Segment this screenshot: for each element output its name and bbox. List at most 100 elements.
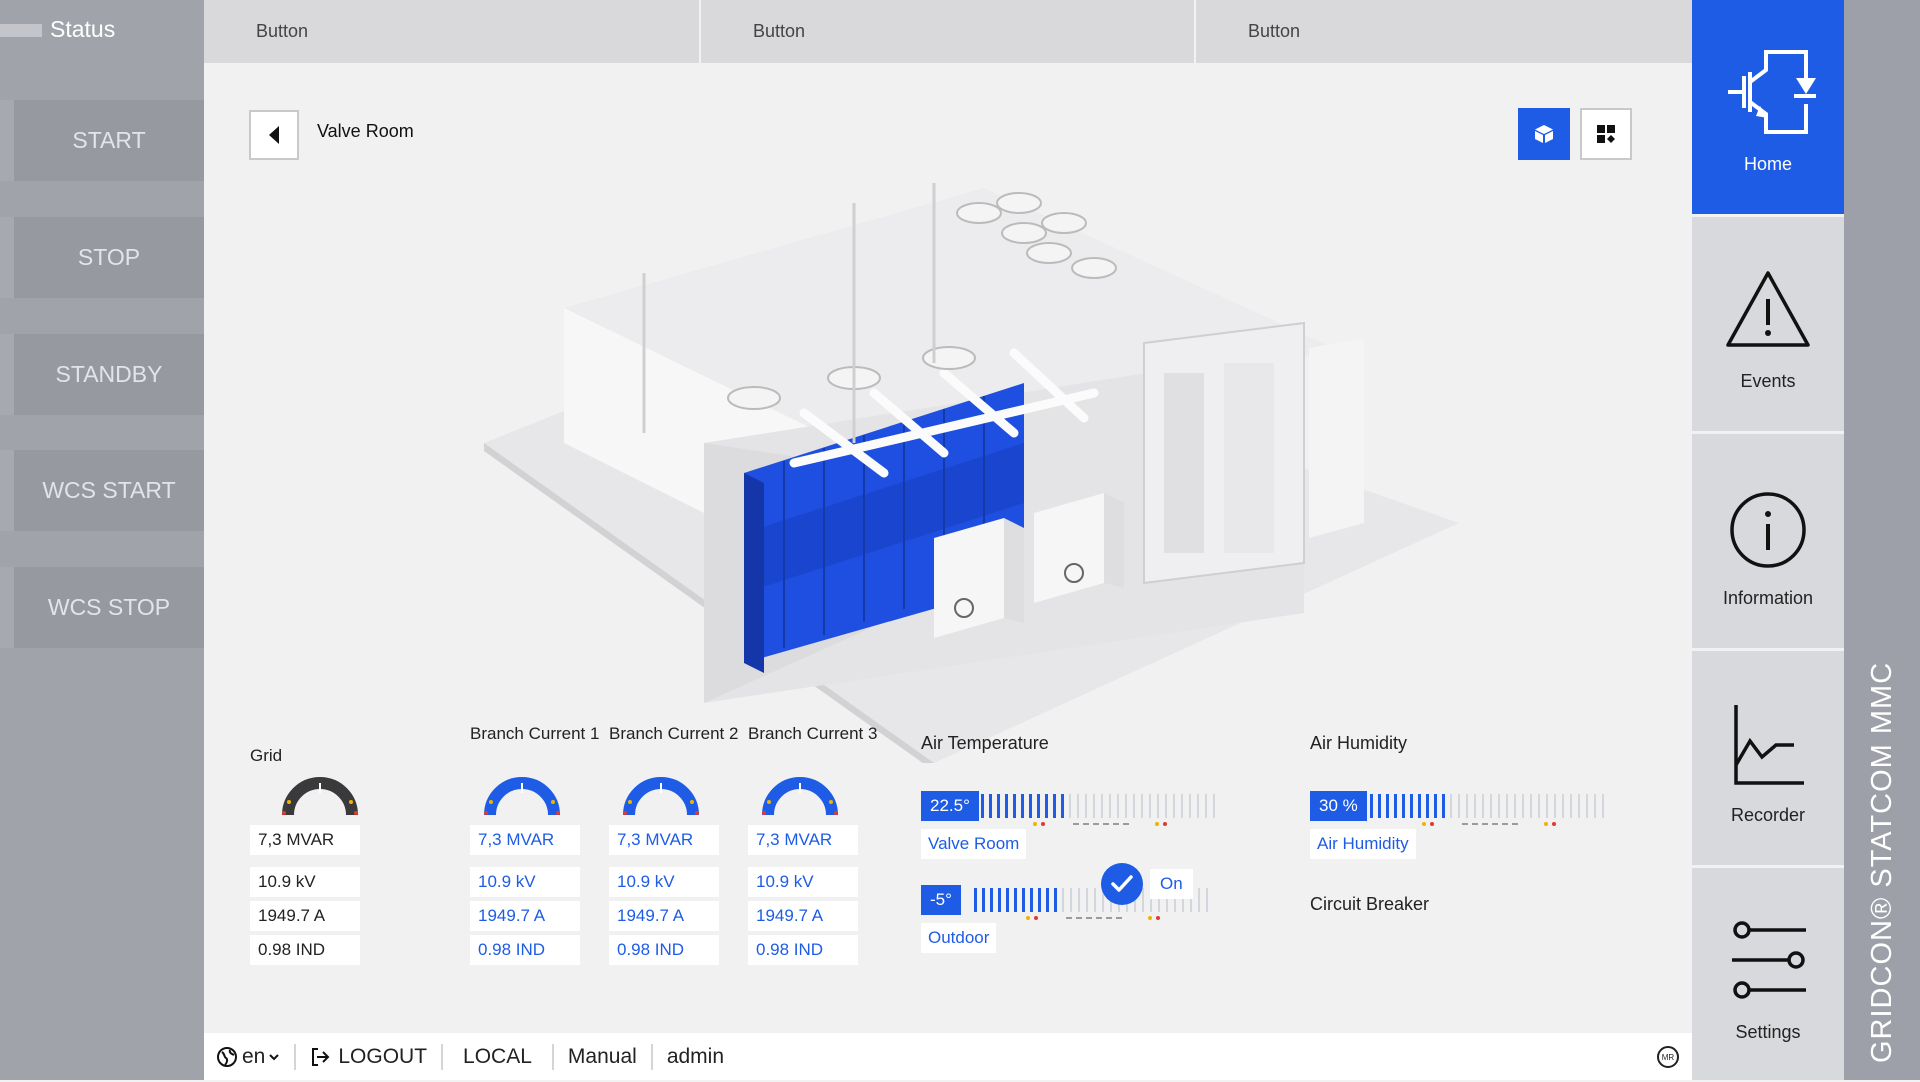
gauge-voltage: 10.9 kV <box>470 867 580 897</box>
wcs-start-button[interactable]: WCS START <box>0 450 204 531</box>
warning-icon <box>1726 271 1810 347</box>
level-tick <box>1029 794 1032 818</box>
tab-button-1[interactable]: Button <box>204 0 699 63</box>
gauge-current: 1949.7 A <box>250 901 360 931</box>
level-tick <box>1213 794 1215 818</box>
igbt-icon <box>1728 50 1816 134</box>
level-tick <box>1402 794 1405 818</box>
tab-button-2[interactable]: Button <box>699 0 1194 63</box>
nav-label: Events <box>1740 371 1796 391</box>
nominal-range-line <box>1066 917 1122 919</box>
gauge-current: 1949.7 A <box>609 901 719 931</box>
gauge-dial-icon <box>762 777 838 816</box>
gauge-voltage: 10.9 kV <box>748 867 858 897</box>
page-title: Valve Room <box>317 121 414 141</box>
level-tick <box>1189 794 1191 818</box>
wcs-stop-button[interactable]: WCS STOP <box>0 567 204 648</box>
logout-button[interactable]: LOGOUT <box>296 1033 441 1080</box>
level-tick <box>1014 888 1017 912</box>
level-tick <box>1173 794 1175 818</box>
gauge-branch-3: Branch Current 3 7,3 MVAR 10.9 kV 1949.7… <box>748 723 888 965</box>
temperature-bar-valve-room: 22.5° <box>921 791 1221 831</box>
logout-label: LOGOUT <box>338 1044 428 1068</box>
level-tick <box>1450 794 1452 818</box>
main-navigation: Home Events Information Recorder Setting… <box>1692 0 1844 1080</box>
level-tick <box>1554 794 1556 818</box>
level-tick <box>1482 794 1484 818</box>
valve-room-3d-model[interactable] <box>464 143 1464 763</box>
gauge-branch-1: Branch Current 1 7,3 MVAR 10.9 kV 1949.7… <box>470 723 610 965</box>
level-tick <box>1030 888 1033 912</box>
level-tick <box>997 794 1000 818</box>
range-marker <box>1155 822 1159 826</box>
circuit-breaker-state: On <box>1150 869 1193 899</box>
nav-settings[interactable]: Settings <box>1692 868 1844 1082</box>
level-tick <box>1206 888 1208 912</box>
start-button[interactable]: START <box>0 100 204 181</box>
range-marker <box>1156 916 1160 920</box>
nav-label: Home <box>1743 154 1792 174</box>
user-name: admin <box>666 1044 725 1068</box>
control-sidebar: Status START STOP STANDBY WCS START WCS … <box>0 0 204 1080</box>
level-tick <box>1038 888 1041 912</box>
temperature-value: -5° <box>921 885 961 915</box>
level-tick <box>1125 794 1127 818</box>
standby-button[interactable]: STANDBY <box>0 334 204 415</box>
gauge-power-factor: 0.98 IND <box>470 935 580 965</box>
humidity-label: Air Humidity <box>1310 829 1416 859</box>
level-tick <box>1378 794 1381 818</box>
level-tick <box>974 888 977 912</box>
control-mode: Manual <box>567 1044 637 1068</box>
svg-text:MR: MR <box>1662 1053 1675 1062</box>
level-tick <box>1586 794 1588 818</box>
level-tick <box>1181 794 1183 818</box>
nav-recorder[interactable]: Recorder <box>1692 651 1844 865</box>
nominal-range-line <box>1462 823 1518 825</box>
level-tick <box>1538 794 1540 818</box>
status-label: Status <box>50 16 116 42</box>
gauge-dial-icon <box>484 777 560 816</box>
view-3d-button[interactable] <box>1518 108 1570 160</box>
level-tick <box>1046 888 1049 912</box>
grid-icon <box>1597 125 1615 143</box>
gauge-current: 1949.7 A <box>748 901 858 931</box>
gauge-power: 7,3 MVAR <box>748 825 858 855</box>
circuit-breaker-toggle[interactable] <box>1101 863 1143 905</box>
level-tick <box>1474 794 1476 818</box>
level-tick <box>982 888 985 912</box>
product-name: GRIDCON® STATCOM MMC <box>1866 661 1898 1063</box>
level-tick <box>1021 794 1024 818</box>
language-label: en <box>242 1044 266 1068</box>
level-tick <box>1197 794 1199 818</box>
tab-button-3[interactable]: Button <box>1194 0 1689 63</box>
level-tick <box>1578 794 1580 818</box>
logout-icon <box>312 1047 330 1066</box>
level-tick <box>1133 794 1135 818</box>
level-tick <box>1085 794 1087 818</box>
level-tick <box>1013 794 1016 818</box>
level-tick <box>1602 794 1604 818</box>
level-tick <box>1069 794 1071 818</box>
range-marker <box>1041 822 1045 826</box>
stop-button[interactable]: STOP <box>0 217 204 298</box>
back-button[interactable] <box>249 110 299 160</box>
view-grid-button[interactable] <box>1580 108 1632 160</box>
level-tick <box>1394 794 1397 818</box>
language-selector[interactable]: en <box>204 1033 294 1080</box>
gauge-dial-icon <box>282 777 358 816</box>
status-indicator <box>0 24 42 37</box>
level-tick <box>1522 794 1524 818</box>
range-marker <box>1422 822 1426 826</box>
level-tick <box>1506 794 1508 818</box>
humidity-bar: 30 % <box>1310 791 1610 831</box>
nav-information[interactable]: Information <box>1692 434 1844 648</box>
circuit-breaker-title: Circuit Breaker <box>1310 894 1430 914</box>
range-marker <box>1026 916 1030 920</box>
nav-events[interactable]: Events <box>1692 217 1844 431</box>
level-tick <box>1498 794 1500 818</box>
nav-home[interactable]: Home <box>1692 0 1844 214</box>
bottom-status-bar: en LOGOUT LOCAL Manual admin MR <box>204 1033 1692 1080</box>
level-tick <box>1062 888 1064 912</box>
temperature-value: 22.5° <box>921 791 979 821</box>
level-tick <box>1109 794 1111 818</box>
